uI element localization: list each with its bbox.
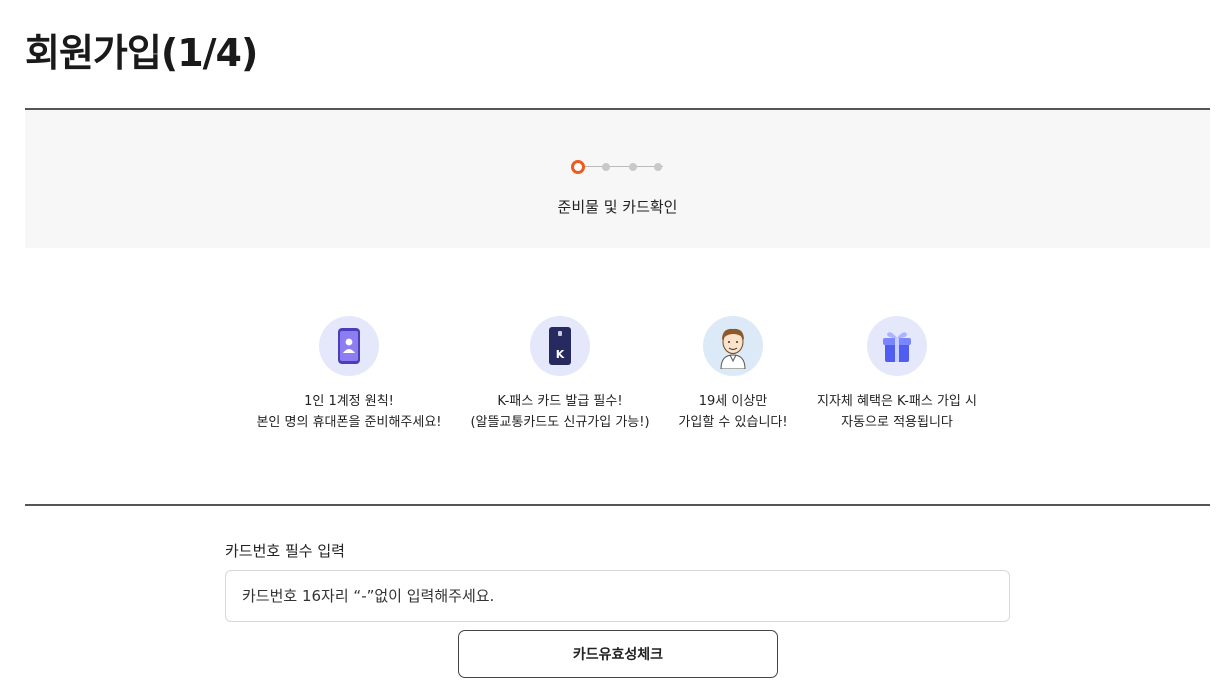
gift-box-icon — [867, 316, 927, 376]
requirement-phone-line1: 1인 1계정 원칙! — [304, 394, 394, 409]
step-dot-3 — [629, 163, 637, 171]
step-indicator — [571, 160, 663, 174]
step-dot-1-active — [571, 160, 585, 174]
page-title: 회원가입(1/4) — [25, 31, 258, 75]
step-dot-2 — [602, 163, 610, 171]
card-number-label: 카드번호 필수 입력 — [225, 542, 345, 560]
step-dot-4 — [654, 163, 662, 171]
transit-card-icon: K — [530, 316, 590, 376]
requirement-phone-line2: 본인 명의 휴대폰을 준비해주세요! — [256, 415, 442, 430]
card-number-input[interactable] — [225, 570, 1010, 622]
requirement-phone: 1인 1계정 원칙! 본인 명의 휴대폰을 준비해주세요! — [244, 316, 454, 433]
svg-text:K: K — [556, 348, 565, 361]
person-avatar-icon — [703, 316, 763, 376]
step-progress-panel — [25, 110, 1210, 248]
requirement-local-benefit: 지자체 혜택은 K-패스 가입 시 자동으로 적용됩니다 — [792, 316, 1002, 433]
requirement-benefit-line2: 자동으로 적용됩니다 — [841, 415, 953, 430]
requirement-benefit-line1: 지자체 혜택은 K-패스 가입 시 — [817, 394, 977, 409]
card-validity-check-button[interactable]: 카드유효성체크 — [458, 630, 778, 678]
middle-divider — [25, 504, 1210, 506]
current-step-label: 준비물 및 카드확인 — [557, 198, 678, 216]
step-connector-line — [585, 166, 663, 167]
phone-user-icon — [319, 316, 379, 376]
